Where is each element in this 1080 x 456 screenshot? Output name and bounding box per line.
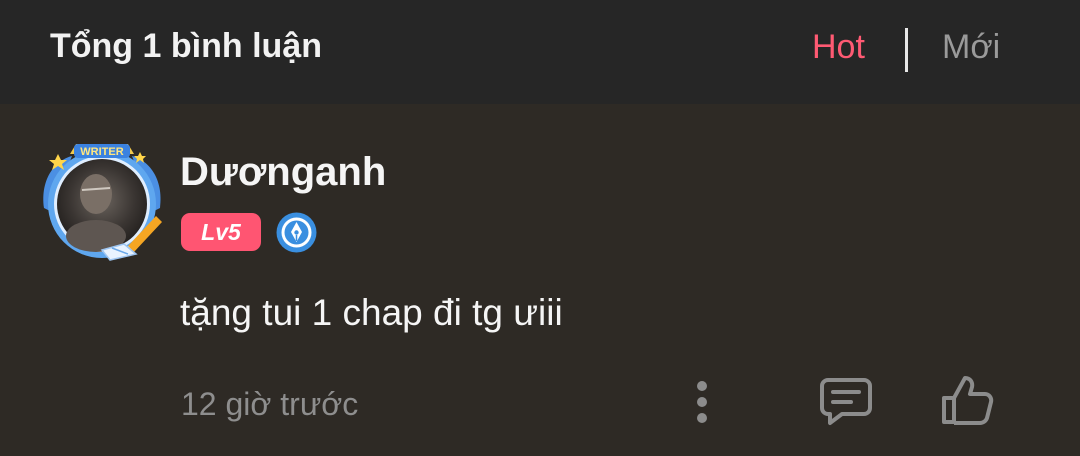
comments-header: Tổng 1 bình luận Hot Mới — [0, 0, 1080, 104]
comments-count-title: Tổng 1 bình luận — [50, 27, 322, 65]
reply-comment-icon[interactable] — [818, 374, 874, 428]
like-thumbs-up-icon[interactable] — [938, 372, 996, 428]
comment-timestamp: 12 giờ trước — [181, 386, 359, 422]
writer-pen-badge-icon — [275, 211, 318, 254]
tab-newest[interactable]: Mới — [942, 28, 1000, 67]
tab-hot[interactable]: Hot — [812, 28, 865, 67]
more-options-icon[interactable] — [688, 378, 716, 426]
user-avatar[interactable]: WRITER — [36, 138, 168, 266]
comments-panel: Tổng 1 bình luận Hot Mới WRITER Dươnganh… — [0, 0, 1080, 456]
user-level-badge: Lv5 — [181, 213, 261, 251]
comment-username[interactable]: Dươnganh — [180, 150, 386, 195]
comment-body: tặng tui 1 chap đi tg ưiii — [180, 292, 563, 333]
svg-text:WRITER: WRITER — [80, 146, 123, 158]
tab-divider — [905, 28, 908, 72]
writer-avatar-frame-icon: WRITER — [43, 144, 162, 261]
